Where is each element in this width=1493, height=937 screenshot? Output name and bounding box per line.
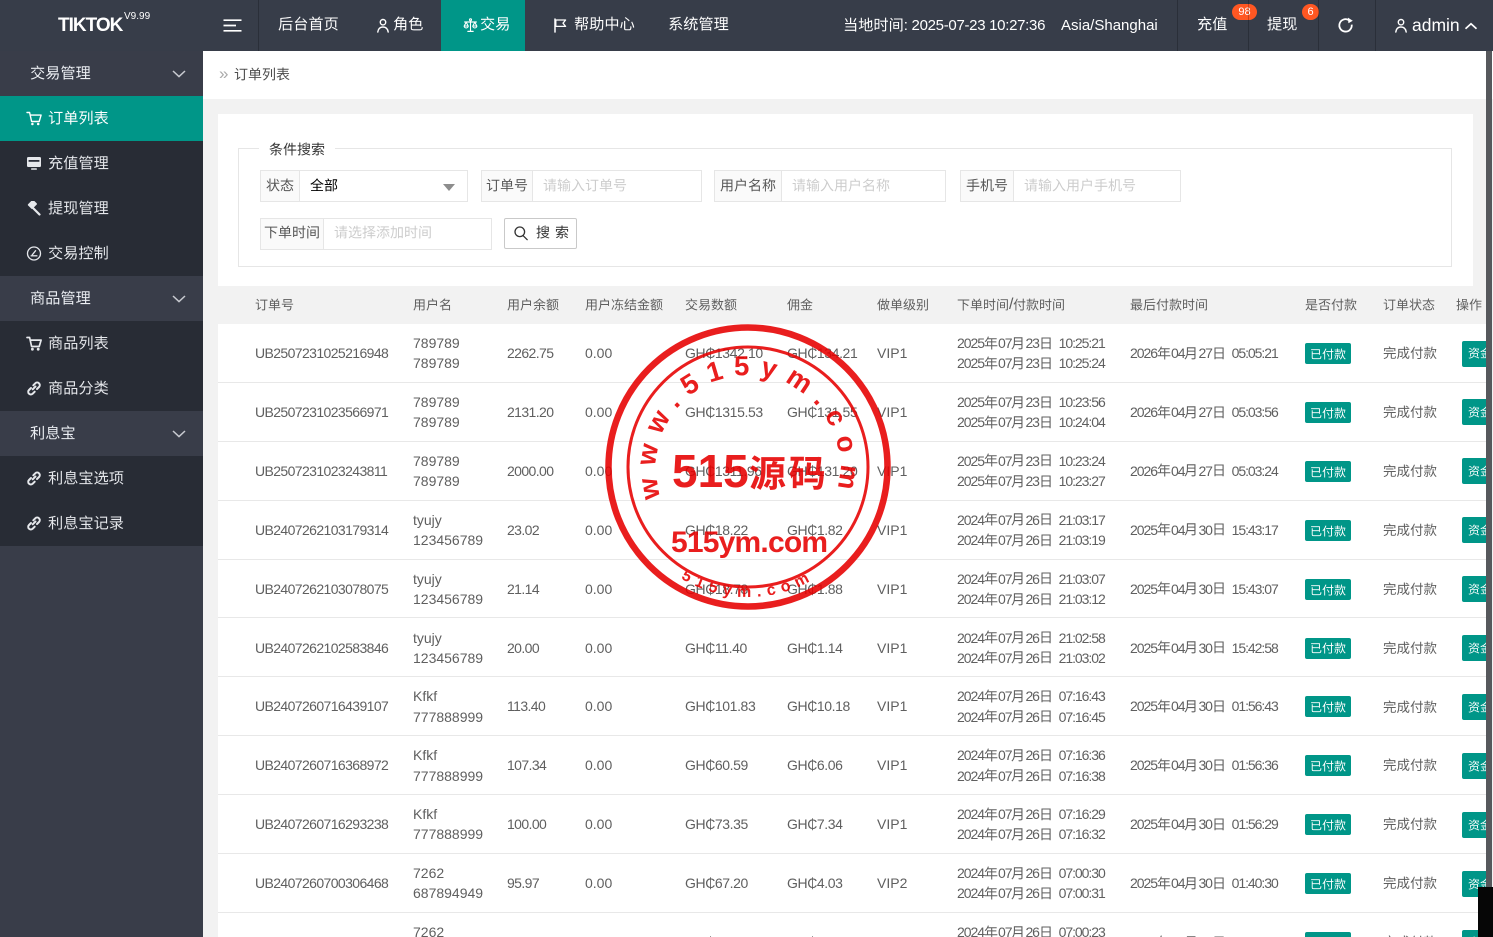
svg-text:515ym.com: 515ym.com — [671, 526, 827, 559]
svg-text:515: 515 — [672, 445, 749, 497]
